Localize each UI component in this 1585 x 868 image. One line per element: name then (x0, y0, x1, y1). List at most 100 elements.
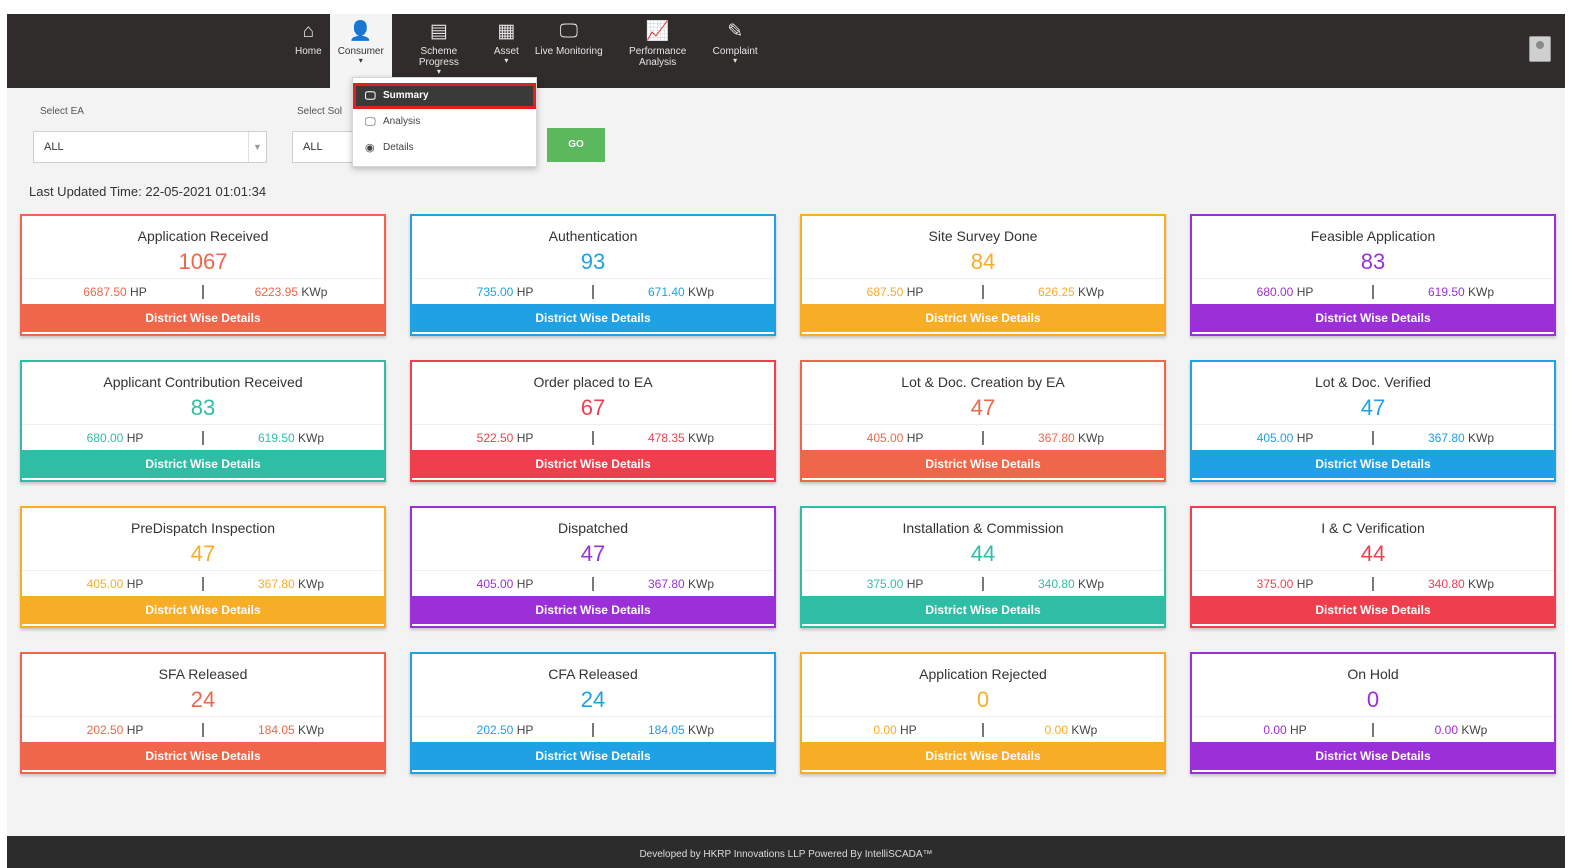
nav-item-performance-analysis[interactable]: 📈 Performance Analysis (611, 14, 705, 88)
stat-divider (202, 722, 204, 737)
stat-divider (592, 284, 594, 299)
district-wise-details-button[interactable]: District Wise Details (802, 450, 1164, 478)
card-stats: 375.00 HP 340.80 KWp (802, 570, 1164, 596)
hp-unit: HP (126, 430, 144, 445)
stat-divider (202, 284, 204, 299)
hp-unit: HP (1296, 284, 1314, 299)
hp-unit: HP (130, 284, 147, 299)
district-wise-details-button[interactable]: District Wise Details (412, 596, 774, 624)
kwp-stat: 619.50 KWp (1386, 285, 1536, 299)
menu-item-summary[interactable]: 🖵 Summary (353, 83, 536, 109)
card-stats: 405.00 HP 367.80 KWp (802, 424, 1164, 450)
kwp-unit: KWp (1078, 284, 1105, 299)
nav-item-home[interactable]: ⌂ Home (287, 14, 330, 88)
menu-item-details[interactable]: ◉ Details (353, 135, 536, 161)
menu-item-analysis[interactable]: 🖵 Analysis (353, 109, 536, 135)
district-wise-details-button[interactable]: District Wise Details (802, 304, 1164, 332)
caret-down-icon: ▾ (504, 56, 509, 65)
kwp-stat: 367.80 KWp (996, 431, 1146, 445)
summary-card: I & C Verification 44 375.00 HP 340.80 KWp D… (1190, 506, 1556, 628)
kwp-stat: 671.40 KWp (606, 285, 756, 299)
card-title: I & C Verification (1321, 520, 1425, 536)
last-updated: Last Updated Time: 22-05-2021 01:01:34 (29, 184, 266, 199)
district-wise-details-button[interactable]: District Wise Details (802, 742, 1164, 770)
hp-value: 202.50 (476, 722, 514, 737)
district-wise-details-button[interactable]: District Wise Details (412, 450, 774, 478)
menu-item-label: Summary (383, 90, 429, 101)
select-second-label: Select Sol (297, 106, 343, 117)
card-stats: 0.00 HP 0.00 KWp (1192, 716, 1554, 742)
kwp-value: 340.80 (1427, 576, 1465, 591)
nav-item-label: Home (295, 46, 322, 57)
district-wise-details-button[interactable]: District Wise Details (802, 596, 1164, 624)
hp-value: 0.00 (873, 722, 897, 737)
district-wise-details-button[interactable]: District Wise Details (22, 450, 384, 478)
card-title: Feasible Application (1310, 228, 1436, 244)
district-wise-details-button[interactable]: District Wise Details (1192, 742, 1554, 770)
card-title: CFA Released (548, 666, 638, 682)
monitor-icon: 🖵 (365, 90, 376, 102)
card-stats: 680.00 HP 619.50 KWp (1192, 278, 1554, 304)
globe-icon: ◉ (365, 142, 375, 154)
kwp-unit: KWp (301, 284, 328, 299)
kwp-unit: KWp (1468, 284, 1495, 299)
card-count: 0 (976, 687, 990, 712)
chevron-down-icon: ▼ (248, 132, 266, 162)
kwp-value: 0.00 (1434, 722, 1458, 737)
menu-item-label: Analysis (383, 116, 421, 127)
hp-value: 735.00 (476, 284, 514, 299)
hp-value: 405.00 (866, 430, 904, 445)
app-window: ⌂ Home 👤 Consumer ▾ ▤ Scheme Progress ▾ ▦ Asset ▾ 🖵… (7, 14, 1565, 868)
card-count: 24 (190, 687, 216, 712)
hp-unit: HP (906, 284, 924, 299)
summary-card: Feasible Application 83 680.00 HP 619.50 KW… (1190, 214, 1556, 336)
card-count: 83 (1360, 249, 1386, 274)
hp-value: 680.00 (86, 430, 124, 445)
kwp-value: 626.25 (1037, 284, 1075, 299)
hp-value: 687.50 (866, 284, 904, 299)
card-count: 0 (1366, 687, 1380, 712)
caret-down-icon: ▾ (358, 56, 363, 65)
kwp-stat: 340.80 KWp (1386, 577, 1536, 591)
kwp-unit: KWp (298, 722, 325, 737)
nav-item-label: Scheme Progress (418, 46, 459, 68)
consumer-dropdown-menu: 🖵 Summary 🖵 Analysis ◉ Details (352, 77, 537, 167)
card-title: PreDispatch Inspection (131, 520, 275, 536)
hp-stat: 405.00 HP (1210, 431, 1360, 445)
district-wise-details-button[interactable]: District Wise Details (22, 304, 384, 332)
card-count: 44 (1360, 541, 1386, 566)
user-avatar-icon[interactable] (1529, 36, 1551, 62)
district-wise-details-button[interactable]: District Wise Details (1192, 304, 1554, 332)
district-wise-details-button[interactable]: District Wise Details (412, 304, 774, 332)
hp-stat: 375.00 HP (1210, 577, 1360, 591)
district-wise-details-button[interactable]: District Wise Details (412, 742, 774, 770)
card-stats: 6687.50 HP 6223.95 KWp (22, 278, 384, 304)
district-wise-details-button[interactable]: District Wise Details (22, 742, 384, 770)
hp-unit: HP (906, 430, 924, 445)
card-title: Lot & Doc. Creation by EA (901, 374, 1065, 390)
nav-item-live-monitoring[interactable]: 🖵 Live Monitoring (527, 14, 611, 88)
kwp-unit: KWp (1078, 430, 1105, 445)
kwp-value: 184.05 (647, 722, 685, 737)
card-title: Order placed to EA (533, 374, 653, 390)
card-count: 47 (190, 541, 216, 566)
hp-value: 522.50 (476, 430, 514, 445)
kwp-unit: KWp (298, 430, 325, 445)
select-ea-value: ALL (44, 141, 64, 153)
stat-divider (1372, 722, 1374, 737)
card-stats: 680.00 HP 619.50 KWp (22, 424, 384, 450)
card-title: Authentication (548, 228, 638, 244)
summary-card: Order placed to EA 67 522.50 HP 478.35 KWp D… (410, 360, 776, 482)
district-wise-details-button[interactable]: District Wise Details (1192, 450, 1554, 478)
go-button[interactable]: GO (547, 128, 605, 162)
kwp-stat: 0.00 KWp (996, 723, 1146, 737)
kwp-value: 619.50 (1427, 284, 1465, 299)
summary-card: Installation & Commission 44 375.00 HP 340.… (800, 506, 1166, 628)
hp-unit: HP (900, 722, 917, 737)
hp-stat: 680.00 HP (1210, 285, 1360, 299)
district-wise-details-button[interactable]: District Wise Details (1192, 596, 1554, 624)
kwp-value: 0.00 (1044, 722, 1068, 737)
select-ea-dropdown[interactable]: ALL ▼ (33, 131, 267, 163)
district-wise-details-button[interactable]: District Wise Details (22, 596, 384, 624)
nav-item-complaint[interactable]: ✎ Complaint ▾ (705, 14, 766, 88)
